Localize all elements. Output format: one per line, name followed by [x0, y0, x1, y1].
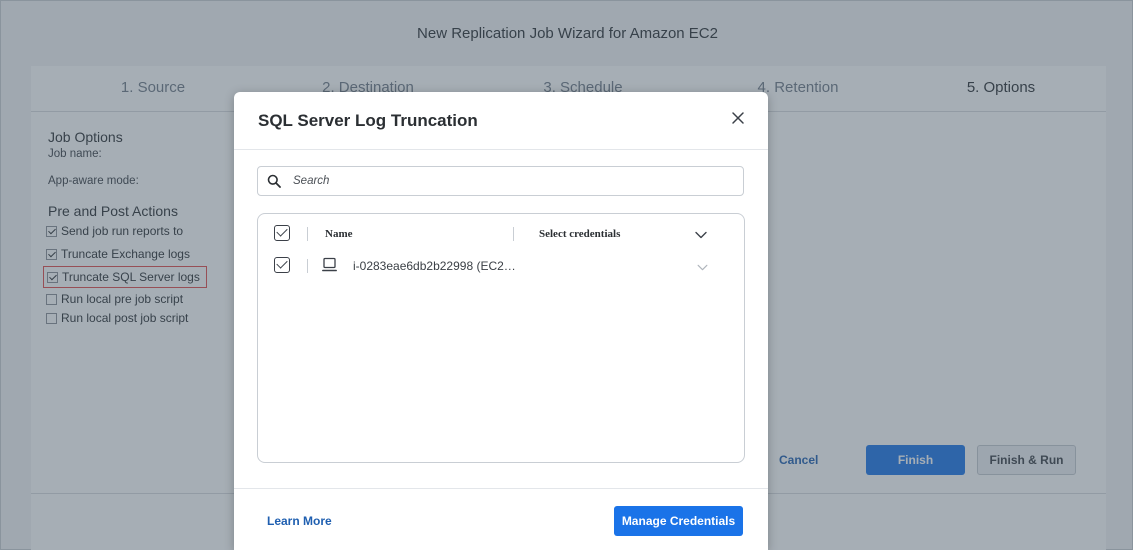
search-icon	[267, 174, 281, 188]
column-divider	[307, 227, 308, 241]
search-placeholder: Search	[293, 175, 330, 187]
computer-icon	[322, 257, 337, 272]
select-all-checkbox[interactable]	[274, 225, 290, 241]
column-divider	[307, 259, 308, 273]
machine-name: i-0283eae6db2b22998 (EC2…	[353, 259, 516, 273]
search-input[interactable]: Search	[257, 166, 744, 196]
screen: New Replication Job Wizard for Amazon EC…	[0, 0, 1133, 550]
learn-more-link[interactable]: Learn More	[267, 514, 332, 528]
close-icon[interactable]	[728, 108, 748, 128]
column-header-name[interactable]: Name	[325, 228, 353, 240]
chevron-down-icon[interactable]	[695, 231, 707, 239]
chevron-down-icon[interactable]	[697, 264, 708, 271]
dialog-title: SQL Server Log Truncation	[258, 111, 478, 130]
header-divider	[234, 149, 768, 150]
footer-divider	[234, 488, 768, 489]
row-checkbox[interactable]	[274, 257, 290, 273]
column-divider	[513, 227, 514, 241]
column-header-credentials[interactable]: Select credentials	[539, 228, 620, 240]
machines-table: Name Select credentials i-0283eae6db2b22…	[257, 213, 745, 463]
sql-log-truncation-dialog: SQL Server Log Truncation Search Name Se…	[234, 92, 768, 550]
manage-credentials-button[interactable]: Manage Credentials	[614, 506, 743, 536]
